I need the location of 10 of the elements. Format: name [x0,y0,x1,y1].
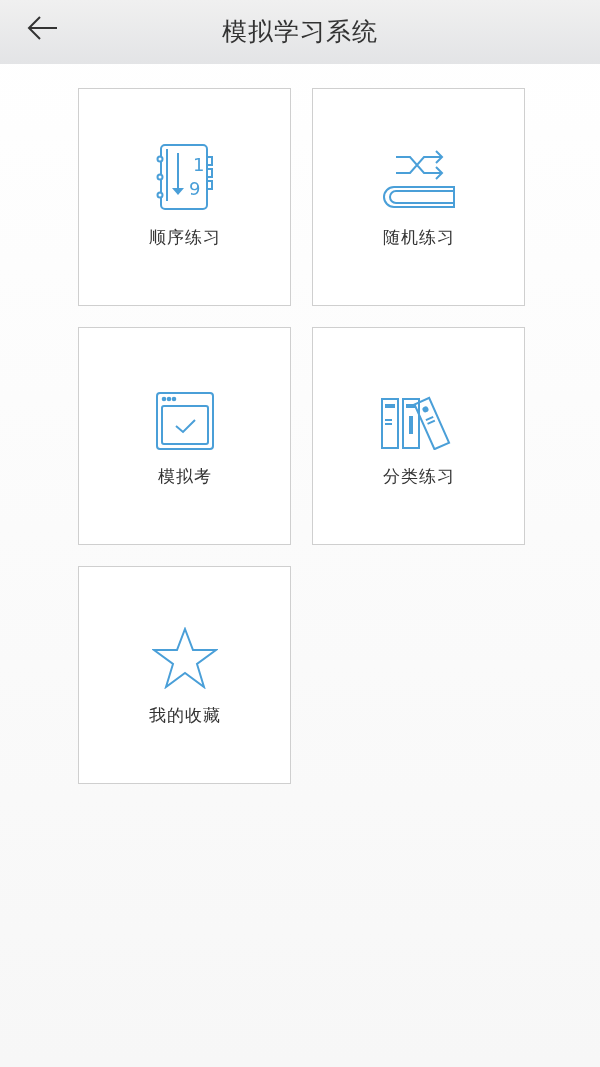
menu-tile[interactable]: 模拟考 [78,327,291,545]
menu-tile[interactable]: 我的收藏 [78,566,291,784]
shuffle-book-icon [381,149,456,211]
page-title: 模拟学习系统 [222,16,378,48]
menu-tile[interactable]: 1 9 顺序练习 [78,88,291,306]
menu-tile[interactable]: 分类练习 [312,327,525,545]
menu-tile[interactable]: 随机练习 [312,88,525,306]
back-arrow-icon [26,15,58,41]
star-icon [151,627,218,689]
window-check-icon [155,392,214,450]
